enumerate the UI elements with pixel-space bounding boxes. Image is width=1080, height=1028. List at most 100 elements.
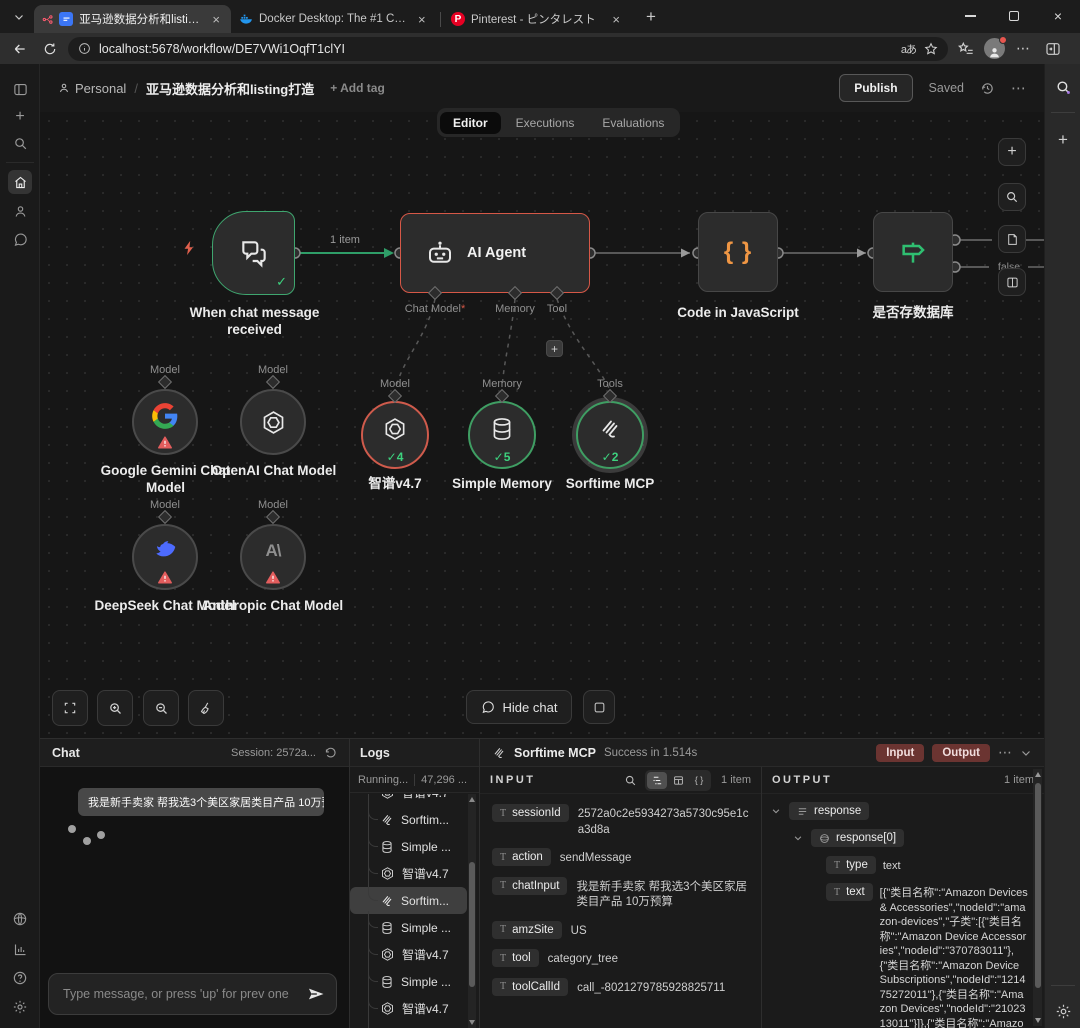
toggle-logs-button[interactable]: [583, 690, 615, 724]
fit-view-button[interactable]: [52, 690, 88, 726]
breadcrumb-project[interactable]: Personal: [58, 81, 126, 96]
tab-search-button[interactable]: [6, 6, 32, 28]
schema-view-button[interactable]: [647, 772, 667, 789]
tab-close-icon[interactable]: ×: [415, 12, 429, 27]
json-view-button[interactable]: { }: [689, 772, 709, 789]
sidebar-search-icon[interactable]: [1053, 77, 1073, 97]
field-chip[interactable]: response[0]: [811, 829, 904, 847]
sidebar-item-chat[interactable]: [9, 228, 31, 250]
node-chat-trigger[interactable]: ✓: [212, 211, 295, 295]
field-chip[interactable]: Taction: [492, 848, 551, 866]
add-tool-button[interactable]: +: [546, 340, 563, 357]
output-scrollbar[interactable]: [1033, 769, 1042, 1026]
node-ai-agent[interactable]: AI Agent: [400, 213, 590, 293]
logs-scrollbar[interactable]: [468, 794, 476, 1028]
tab-editor[interactable]: Editor: [440, 112, 501, 134]
layout-panel-button[interactable]: [998, 268, 1026, 296]
scroll-up-icon[interactable]: [1035, 772, 1041, 777]
sidebar-settings-icon[interactable]: [1053, 1001, 1073, 1021]
field-chip[interactable]: TamzSite: [492, 921, 562, 939]
sticky-note-button[interactable]: [998, 225, 1026, 253]
browser-menu-button[interactable]: ⋯: [1011, 37, 1035, 61]
search-icon[interactable]: [9, 132, 31, 154]
subnode-openai[interactable]: [240, 389, 306, 455]
chat-input[interactable]: [63, 987, 306, 1001]
tidy-up-button[interactable]: [188, 690, 224, 726]
sidebar-add-button[interactable]: +: [1053, 130, 1073, 150]
scroll-up-icon[interactable]: [469, 797, 475, 802]
field-chip[interactable]: Ttype: [826, 856, 876, 874]
send-button[interactable]: [306, 984, 326, 1004]
url-text[interactable]: localhost:5678/workflow/DE7VWi1OqfT1clYI: [99, 42, 893, 56]
log-row[interactable]: 智谱v4.7: [350, 995, 479, 1022]
add-node-button[interactable]: +: [998, 138, 1026, 166]
canvas-search-button[interactable]: [998, 183, 1026, 211]
collapse-chevron-icon[interactable]: [1020, 747, 1032, 759]
field-chip[interactable]: TchatInput: [492, 877, 567, 895]
split-screen-icon[interactable]: [1041, 37, 1065, 61]
workflow-menu-button[interactable]: ⋯: [1011, 79, 1026, 97]
log-row-selected[interactable]: Sorftim...: [350, 887, 467, 914]
add-tag-button[interactable]: + Add tag: [330, 81, 385, 95]
workflow-title[interactable]: 亚马逊数据分析和listing打造: [146, 79, 314, 98]
detail-menu-button[interactable]: ⋯: [998, 744, 1012, 761]
chat-session[interactable]: Session: 2572a...: [231, 747, 316, 759]
site-info-icon[interactable]: [78, 42, 91, 55]
sidebar-item-personal[interactable]: [9, 200, 31, 222]
node-code[interactable]: { }: [698, 212, 778, 292]
sidebar-item-templates[interactable]: [9, 908, 31, 930]
panel-toggle-icon[interactable]: [9, 78, 31, 100]
scroll-down-icon[interactable]: [1035, 1018, 1041, 1023]
input-pill-button[interactable]: Input: [876, 744, 924, 762]
bookmark-star-icon[interactable]: [924, 42, 938, 56]
avatar[interactable]: [984, 38, 1005, 59]
tab-close-icon[interactable]: ×: [209, 12, 223, 27]
log-row[interactable]: 智谱v4.7: [350, 860, 479, 887]
expand-chevron-icon[interactable]: [792, 829, 804, 847]
sidebar-item-insights[interactable]: [9, 938, 31, 960]
scroll-down-icon[interactable]: [469, 1020, 475, 1025]
reset-session-button[interactable]: [324, 746, 337, 759]
tab-executions[interactable]: Executions: [503, 112, 588, 134]
sidebar-item-help[interactable]: [9, 967, 31, 989]
field-chip[interactable]: Ttext: [826, 883, 873, 901]
back-button[interactable]: [8, 37, 32, 61]
sidebar-item-settings[interactable]: [9, 996, 31, 1018]
zoom-out-button[interactable]: [143, 690, 179, 726]
log-row[interactable]: Simple ...: [350, 833, 479, 860]
favorites-list-icon[interactable]: [954, 37, 978, 61]
subnode-simple-memory[interactable]: ✓5: [468, 401, 536, 469]
refresh-button[interactable]: [38, 37, 62, 61]
browser-tab-docker[interactable]: Docker Desktop: The #1 Container ×: [231, 5, 438, 33]
field-chip[interactable]: TsessionId: [492, 804, 569, 822]
browser-tab-pinterest[interactable]: P Pinterest - ピンタレスト ×: [443, 5, 631, 33]
publish-button[interactable]: Publish: [839, 74, 912, 102]
table-view-button[interactable]: [668, 772, 688, 789]
log-row[interactable]: 智谱v4.7: [350, 941, 479, 968]
workflow-canvas[interactable]: ✓ When chat message received 1 item AI A…: [40, 112, 1044, 738]
subnode-sorftime-mcp[interactable]: ✓2: [576, 401, 644, 469]
expand-chevron-icon[interactable]: [770, 802, 782, 820]
input-search-button[interactable]: [624, 774, 637, 787]
subnode-zhipu[interactable]: ✓4: [361, 401, 429, 469]
window-minimize-button[interactable]: [948, 0, 992, 32]
subnode-anthropic[interactable]: A\: [240, 524, 306, 590]
field-chip[interactable]: response: [789, 802, 869, 820]
translate-icon[interactable]: aあ: [901, 41, 916, 57]
new-tab-button[interactable]: +: [639, 6, 663, 28]
log-row[interactable]: Sorftim...: [350, 806, 479, 833]
scrollbar-thumb[interactable]: [1035, 783, 1041, 988]
tab-evaluations[interactable]: Evaluations: [589, 112, 677, 134]
output-pill-button[interactable]: Output: [932, 744, 990, 762]
scrollbar-thumb[interactable]: [469, 862, 475, 987]
new-workflow-button[interactable]: +: [9, 106, 31, 128]
subnode-gemini[interactable]: [132, 389, 198, 455]
address-bar[interactable]: localhost:5678/workflow/DE7VWi1OqfT1clYI…: [68, 37, 948, 61]
window-maximize-button[interactable]: [992, 0, 1036, 32]
zoom-in-button[interactable]: [97, 690, 133, 726]
tab-close-icon[interactable]: ×: [609, 12, 623, 27]
log-row[interactable]: Simple ...: [350, 968, 479, 995]
subnode-deepseek[interactable]: [132, 524, 198, 590]
history-button[interactable]: [980, 81, 995, 96]
node-if[interactable]: [873, 212, 953, 292]
